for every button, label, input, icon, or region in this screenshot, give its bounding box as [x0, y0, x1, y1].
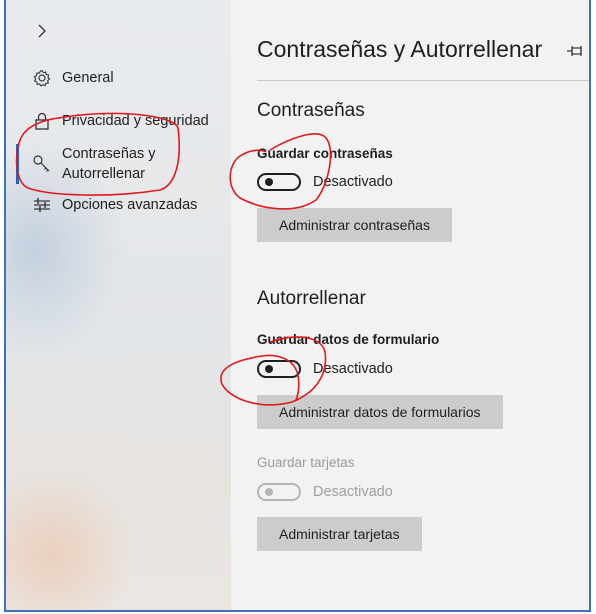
key-icon — [33, 155, 50, 172]
gear-icon — [33, 69, 51, 87]
save-form-data-toggle[interactable] — [257, 360, 301, 378]
sidebar-item-label: General — [62, 70, 114, 86]
sliders-icon — [34, 198, 50, 212]
section-heading-passwords: Contraseñas — [257, 100, 365, 121]
save-cards-state: Desactivado — [313, 484, 393, 500]
save-cards-toggle[interactable] — [257, 483, 301, 501]
sidebar-item-label: Privacidad y seguridad — [62, 113, 209, 129]
toggle-knob — [265, 178, 273, 186]
page-title: Contraseñas y Autorrellenar — [257, 36, 543, 62]
chevron-right-icon[interactable] — [33, 22, 51, 40]
settings-pane: Contraseñas y Autorrellenar Contraseñas … — [231, 0, 589, 610]
sidebar: General Privacidad y seguridad Contraseñ… — [6, 0, 231, 610]
save-form-data-label: Guardar datos de formulario — [257, 332, 440, 347]
save-passwords-toggle[interactable] — [257, 173, 301, 191]
settings-window: General Privacidad y seguridad Contraseñ… — [4, 0, 591, 612]
pin-icon[interactable] — [566, 44, 584, 58]
manage-passwords-button[interactable]: Administrar contraseñas — [257, 208, 452, 242]
save-cards-label: Guardar tarjetas — [257, 455, 355, 470]
section-heading-autofill: Autorrellenar — [257, 288, 366, 309]
save-passwords-label: Guardar contraseñas — [257, 146, 393, 161]
toggle-knob — [265, 488, 273, 496]
sidebar-item-label: Contraseñas y — [62, 146, 156, 162]
sidebar-item-label: Opciones avanzadas — [62, 197, 198, 213]
divider — [257, 80, 589, 81]
manage-cards-button[interactable]: Administrar tarjetas — [257, 517, 422, 551]
save-form-data-state: Desactivado — [313, 361, 393, 377]
save-passwords-state: Desactivado — [313, 174, 393, 190]
manage-form-data-button[interactable]: Administrar datos de formularios — [257, 395, 503, 429]
sidebar-background-glow — [6, 470, 136, 610]
sidebar-item-label-line2: Autorrellenar — [62, 166, 146, 182]
toggle-knob — [265, 365, 273, 373]
active-indicator — [16, 144, 19, 184]
lock-icon — [35, 112, 49, 130]
